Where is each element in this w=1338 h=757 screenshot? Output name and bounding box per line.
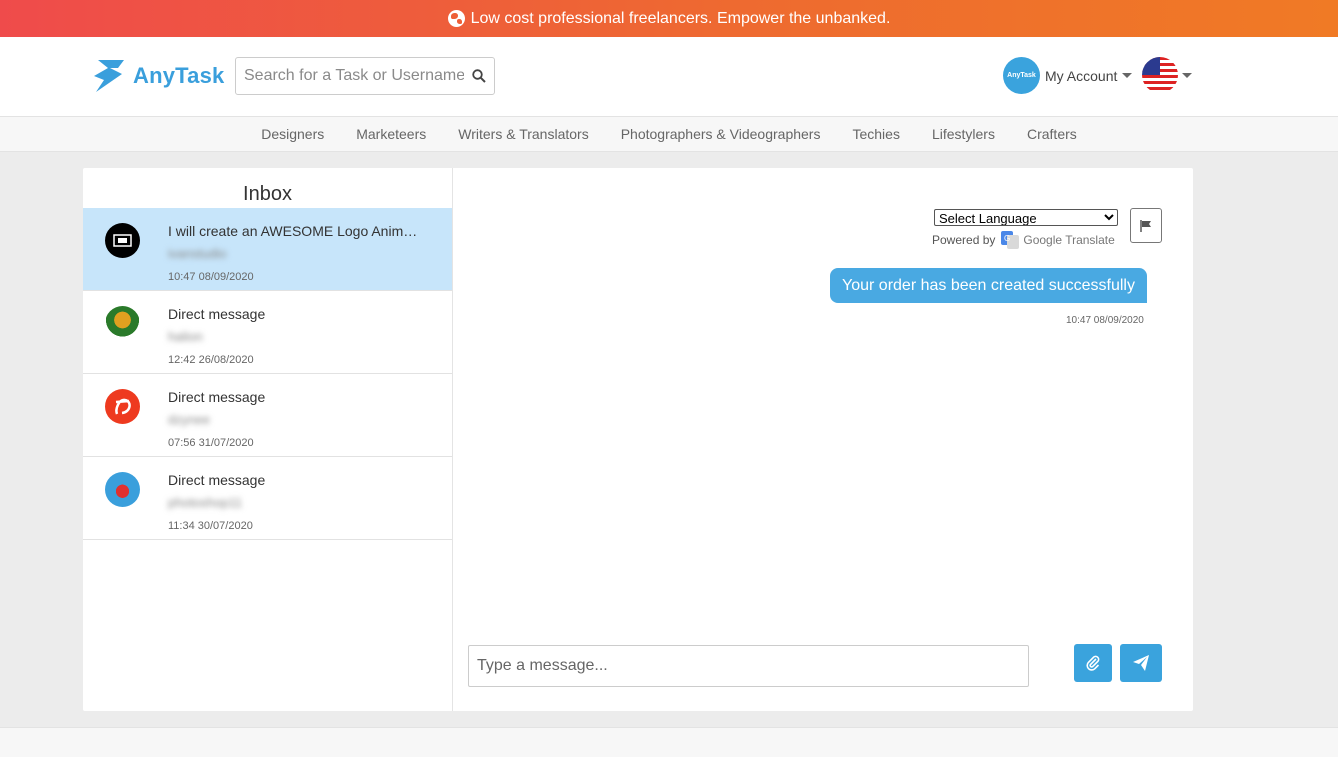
category-lifestylers[interactable]: Lifestylers bbox=[916, 126, 1011, 142]
account-label: My Account bbox=[1045, 67, 1118, 84]
message-input[interactable] bbox=[468, 645, 1029, 687]
paperclip-icon bbox=[1086, 655, 1100, 671]
google-translate-link[interactable]: G Google Translate bbox=[1001, 231, 1115, 249]
paper-plane-icon bbox=[1133, 655, 1149, 671]
category-writers-translators[interactable]: Writers & Translators bbox=[442, 126, 604, 142]
conversation-item[interactable]: Direct message photoshop11 11:34 30/07/2… bbox=[83, 457, 452, 540]
footer-band bbox=[0, 727, 1338, 757]
conversation-time: 12:42 26/08/2020 bbox=[168, 354, 254, 366]
flag-icon bbox=[1140, 219, 1151, 232]
conversation-username: halion bbox=[168, 329, 203, 344]
us-flag-icon bbox=[1142, 57, 1178, 93]
google-translate-icon: G bbox=[1001, 231, 1020, 249]
message-bubble: Your order has been created successfully bbox=[830, 268, 1147, 303]
conversation-title: Direct message bbox=[168, 306, 266, 322]
avatar bbox=[105, 223, 140, 258]
search-box bbox=[235, 57, 495, 95]
conversation-username: photoshop11 bbox=[168, 495, 243, 510]
conversation-item[interactable]: Direct message halion 12:42 26/08/2020 bbox=[83, 291, 452, 374]
powered-by-google: Powered by G Google Translate bbox=[932, 231, 1115, 249]
language-flag-menu[interactable] bbox=[1142, 57, 1192, 93]
category-nav: Designers Marketeers Writers & Translato… bbox=[0, 116, 1338, 152]
report-button[interactable] bbox=[1130, 208, 1162, 243]
category-designers[interactable]: Designers bbox=[245, 126, 340, 142]
conversation-username: dzynee bbox=[168, 412, 210, 427]
google-translate-label: Google Translate bbox=[1023, 233, 1115, 247]
category-marketeers[interactable]: Marketeers bbox=[340, 126, 442, 142]
category-photographers-videographers[interactable]: Photographers & Videographers bbox=[605, 126, 837, 142]
avatar bbox=[105, 306, 140, 341]
anytask-logo-icon bbox=[94, 60, 124, 92]
my-account-menu[interactable]: AnyTask My Account bbox=[1003, 57, 1133, 94]
messages-panel: Inbox I will create an AWESOME Logo Anim… bbox=[83, 168, 1193, 711]
promo-banner-text: Low cost professional freelancers. Empow… bbox=[470, 9, 891, 27]
svg-text:G: G bbox=[1004, 234, 1010, 243]
avatar bbox=[105, 472, 140, 507]
chevron-down-icon bbox=[1122, 73, 1133, 78]
conversation-title: I will create an AWESOME Logo Animation bbox=[168, 223, 423, 239]
conversation-time: 07:56 31/07/2020 bbox=[168, 437, 254, 449]
anytask-logo[interactable]: AnyTask bbox=[90, 56, 224, 96]
account-avatar: AnyTask bbox=[1003, 57, 1040, 94]
promo-banner: Low cost professional freelancers. Empow… bbox=[0, 0, 1338, 37]
search-input[interactable] bbox=[236, 58, 464, 94]
conversation-time: 10:47 08/09/2020 bbox=[168, 271, 254, 283]
category-techies[interactable]: Techies bbox=[836, 126, 915, 142]
search-icon[interactable] bbox=[464, 69, 494, 83]
message-time: 10:47 08/09/2020 bbox=[1066, 315, 1144, 326]
conversation-time: 11:34 30/07/2020 bbox=[168, 520, 253, 532]
inbox-title: Inbox bbox=[243, 183, 292, 205]
logo-text: AnyTask bbox=[133, 63, 225, 88]
category-crafters[interactable]: Crafters bbox=[1011, 126, 1093, 142]
attach-button[interactable] bbox=[1074, 644, 1112, 682]
conversation-item[interactable]: I will create an AWESOME Logo Animation … bbox=[83, 208, 452, 291]
language-select[interactable]: Select Language bbox=[934, 209, 1118, 226]
conversation-username: ivanstudio bbox=[168, 246, 227, 261]
globe-icon bbox=[447, 10, 465, 27]
send-button[interactable] bbox=[1120, 644, 1162, 682]
chat-pane: Select Language Powered by G Google Tran… bbox=[453, 168, 1193, 711]
chevron-down-icon bbox=[1182, 72, 1192, 78]
inbox-sidebar: Inbox I will create an AWESOME Logo Anim… bbox=[83, 168, 453, 711]
avatar bbox=[105, 389, 140, 424]
powered-by-label: Powered by bbox=[932, 233, 996, 247]
site-header: AnyTask AnyTask My Account bbox=[0, 37, 1338, 116]
conversation-title: Direct message bbox=[168, 472, 266, 488]
language-select-wrapper: Select Language bbox=[934, 209, 1118, 228]
conversation-item[interactable]: Direct message dzynee 07:56 31/07/2020 bbox=[83, 374, 452, 457]
conversation-title: Direct message bbox=[168, 389, 266, 405]
